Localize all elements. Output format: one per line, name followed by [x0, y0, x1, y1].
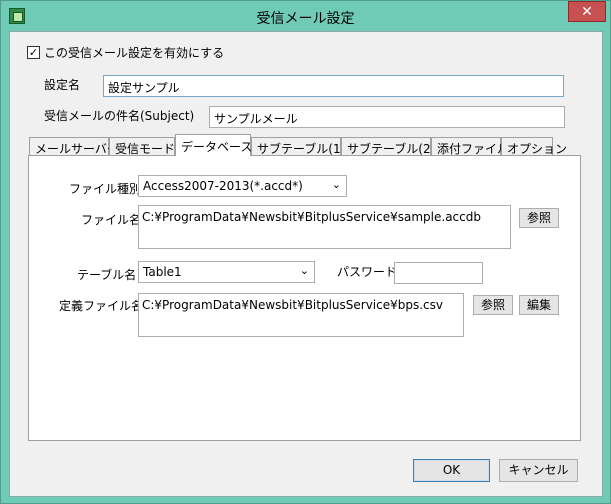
tab-mail-server[interactable]: メールサーバー: [29, 137, 119, 156]
definition-browse-button[interactable]: 参照: [473, 295, 513, 315]
dialog-client-area: ✓ この受信メール設定を有効にする 設定名 設定サンプル 受信メールの件名(Sub…: [9, 31, 603, 497]
file-name-textarea[interactable]: C:¥ProgramData¥Newsbit¥BitplusService¥sa…: [138, 205, 511, 249]
tab-options[interactable]: オプション: [501, 137, 567, 156]
file-type-select[interactable]: Access2007-2013(*.accd*) ⌄: [138, 175, 347, 197]
enable-checkbox[interactable]: ✓: [27, 46, 40, 59]
setting-name-input[interactable]: 設定サンプル: [103, 75, 564, 97]
subject-input[interactable]: サンプルメール: [209, 106, 565, 128]
table-name-value: Table1: [143, 265, 182, 279]
title-bar[interactable]: 受信メール設定 ✕: [1, 1, 610, 31]
password-label: パスワード: [337, 265, 398, 279]
file-browse-button[interactable]: 参照: [519, 208, 559, 228]
tab-attachments[interactable]: 添付ファイル: [431, 137, 509, 156]
chevron-down-icon: ⌄: [299, 264, 309, 277]
close-button[interactable]: ✕: [568, 1, 606, 22]
enable-setting-row[interactable]: ✓ この受信メール設定を有効にする: [27, 44, 224, 61]
tab-subtable-2[interactable]: サブテーブル(2): [341, 137, 435, 156]
definition-edit-button[interactable]: 編集: [519, 295, 559, 315]
table-name-label: テーブル名: [77, 268, 137, 282]
tab-receive-mode[interactable]: 受信モード: [109, 137, 175, 156]
close-icon: ✕: [581, 4, 593, 20]
definition-file-textarea[interactable]: C:¥ProgramData¥Newsbit¥BitplusService¥bp…: [138, 293, 464, 337]
password-input[interactable]: [394, 262, 483, 284]
cancel-button[interactable]: キャンセル: [499, 459, 578, 482]
ok-button[interactable]: OK: [413, 459, 490, 482]
file-type-value: Access2007-2013(*.accd*): [143, 179, 303, 193]
tab-subtable-1[interactable]: サブテーブル(1): [251, 137, 345, 156]
table-name-select[interactable]: Table1 ⌄: [138, 261, 315, 283]
window-title: 受信メール設定: [256, 11, 355, 27]
database-tab-panel: ファイル種別 Access2007-2013(*.accd*) ⌄ ファイル名 …: [28, 155, 581, 441]
setting-name-label: 設定名: [44, 78, 81, 92]
subject-label: 受信メールの件名(Subject): [44, 109, 195, 123]
file-type-label: ファイル種別: [69, 182, 142, 196]
chevron-down-icon: ⌄: [331, 178, 341, 191]
file-name-label: ファイル名: [81, 213, 142, 227]
enable-checkbox-label[interactable]: この受信メール設定を有効にする: [44, 46, 224, 60]
dialog-window: 受信メール設定 ✕ ✓ この受信メール設定を有効にする 設定名 設定サンプル 受信…: [0, 0, 611, 504]
definition-file-label: 定義ファイル名: [59, 299, 144, 313]
tab-database[interactable]: データベース: [175, 134, 252, 156]
